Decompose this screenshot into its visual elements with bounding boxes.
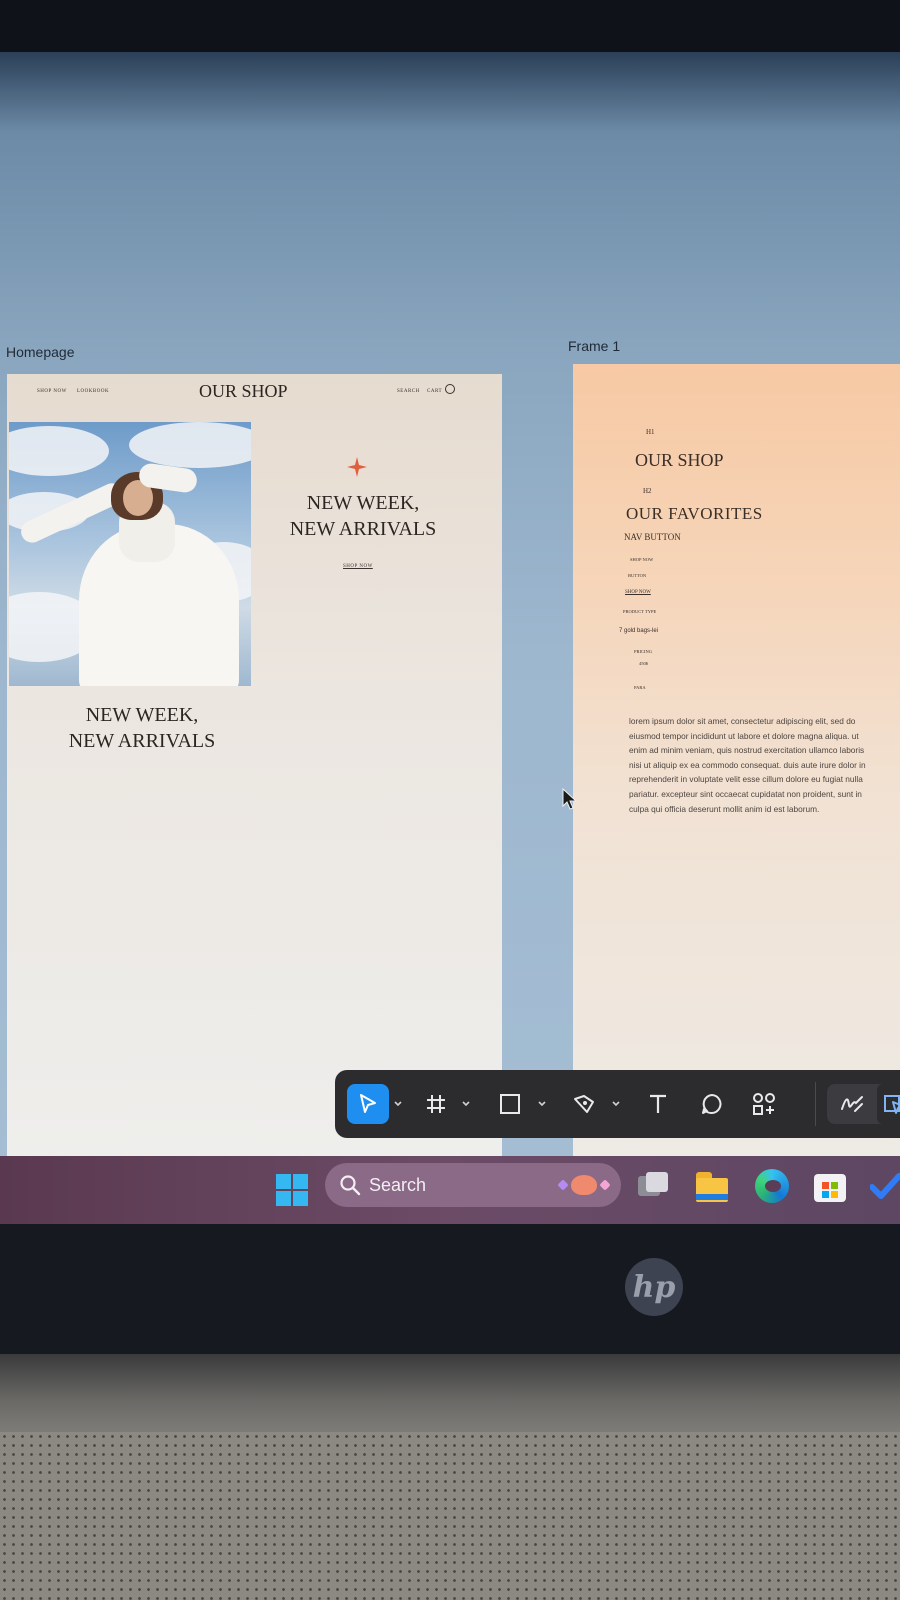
- h2-label: H2: [643, 487, 652, 495]
- hero-heading-line-2: NEW ARRIVALS: [289, 518, 437, 540]
- style-guide-frame[interactable]: H1 OUR SHOP H2 OUR FAVORITES NAV BUTTON …: [573, 364, 900, 1164]
- section-heading-line-1: NEW WEEK,: [85, 704, 199, 726]
- draw-mode-group: [827, 1084, 900, 1124]
- section-heading: NEW WEEK, NEW ARRIVALS: [37, 702, 247, 754]
- nav-button-label: NAV BUTTON: [624, 532, 681, 542]
- draw-tool-button[interactable]: [835, 1084, 869, 1124]
- pen-tool-button[interactable]: [567, 1084, 601, 1124]
- sparkle-icon: [347, 457, 367, 477]
- frame-label-frame-1[interactable]: Frame 1: [568, 338, 620, 354]
- frame-tool-button[interactable]: [419, 1084, 453, 1124]
- pointer-icon: [360, 1094, 376, 1113]
- edge-browser-icon[interactable]: [754, 1168, 790, 1204]
- product-type-sample[interactable]: 7 gold bags-lei: [619, 628, 658, 634]
- frame-tool-chevron-down-icon[interactable]: [461, 1100, 471, 1108]
- microsoft-store-icon[interactable]: [812, 1168, 848, 1204]
- nav-cart[interactable]: CART: [427, 389, 442, 394]
- h2-sample[interactable]: OUR FAVORITES: [626, 504, 763, 524]
- figma-bottom-toolbar: [335, 1070, 900, 1138]
- hash-frame-icon: [427, 1095, 445, 1113]
- button-sample[interactable]: SHOP NOW: [625, 590, 651, 595]
- toolbar-divider: [815, 1082, 816, 1126]
- dev-mode-icon: [884, 1095, 900, 1114]
- squiggle-draw-icon: [841, 1096, 863, 1112]
- shape-tool-button[interactable]: [493, 1084, 527, 1124]
- h1-sample[interactable]: OUR SHOP: [635, 450, 724, 471]
- hero-heading: NEW WEEK, NEW ARRIVALS: [263, 490, 463, 542]
- task-view-icon[interactable]: [636, 1168, 672, 1204]
- mouse-cursor-icon: [562, 788, 578, 810]
- comment-tool-button[interactable]: [695, 1084, 729, 1124]
- frame-label-homepage[interactable]: Homepage: [6, 344, 75, 360]
- components-plus-icon: [753, 1093, 775, 1115]
- keyboard-speaker-grille: [0, 1432, 900, 1600]
- homepage-frame[interactable]: SHOP NOW LOOKBOOK OUR SHOP SEARCH CART N…: [7, 374, 502, 1164]
- hero-heading-line-1: NEW WEEK,: [306, 492, 420, 514]
- laptop-top-bezel: [0, 0, 900, 52]
- pen-icon: [574, 1095, 594, 1113]
- comment-bubble-icon: [702, 1094, 722, 1114]
- text-t-icon: [650, 1094, 666, 1113]
- h1-label: H1: [646, 428, 655, 436]
- actions-tool-button[interactable]: [747, 1084, 781, 1124]
- hero-image: [9, 422, 251, 686]
- laptop-bottom-bezel: [0, 1224, 900, 1354]
- nav-shop-now[interactable]: SHOP NOW: [37, 389, 67, 394]
- nav-lookbook[interactable]: LOOKBOOK: [77, 389, 109, 394]
- shape-tool-chevron-down-icon[interactable]: [537, 1100, 547, 1108]
- shop-logo[interactable]: OUR SHOP: [199, 381, 288, 402]
- windows-start-icon[interactable]: [276, 1174, 308, 1206]
- hero-shop-now-button[interactable]: SHOP NOW: [343, 564, 373, 569]
- dev-mode-tool-button[interactable]: [877, 1084, 900, 1124]
- pricing-sample[interactable]: 450$: [639, 661, 648, 666]
- file-explorer-icon[interactable]: [694, 1168, 730, 1204]
- cart-count-icon[interactable]: [445, 384, 455, 394]
- para-label: PARA: [634, 685, 646, 690]
- product-type-label: PRODUCT TYPE: [623, 609, 657, 614]
- search-icon: [340, 1175, 361, 1196]
- paragraph-sample[interactable]: lorem ipsum dolor sit amet, consectetur …: [629, 714, 874, 816]
- nav-search[interactable]: SEARCH: [397, 389, 420, 394]
- section-heading-line-2: NEW ARRIVALS: [68, 730, 216, 752]
- taskbar-search-label: Search: [369, 1174, 427, 1195]
- pen-tool-chevron-down-icon[interactable]: [611, 1100, 621, 1108]
- nav-button-sample[interactable]: SHOP NOW: [630, 557, 653, 562]
- laptop-hinge: [0, 1354, 900, 1432]
- pricing-label: PRICING: [634, 649, 653, 654]
- search-highlight-brain-icon: [557, 1175, 611, 1195]
- move-tool-chevron-down-icon[interactable]: [393, 1100, 403, 1108]
- rectangle-icon: [500, 1094, 520, 1114]
- move-tool-button[interactable]: [347, 1084, 389, 1124]
- hp-logo-icon: hp: [625, 1258, 683, 1316]
- taskbar-search-box[interactable]: Search: [325, 1163, 621, 1207]
- todo-check-icon[interactable]: [870, 1172, 900, 1200]
- text-tool-button[interactable]: [641, 1084, 675, 1124]
- button-label: BUTTON: [628, 573, 647, 578]
